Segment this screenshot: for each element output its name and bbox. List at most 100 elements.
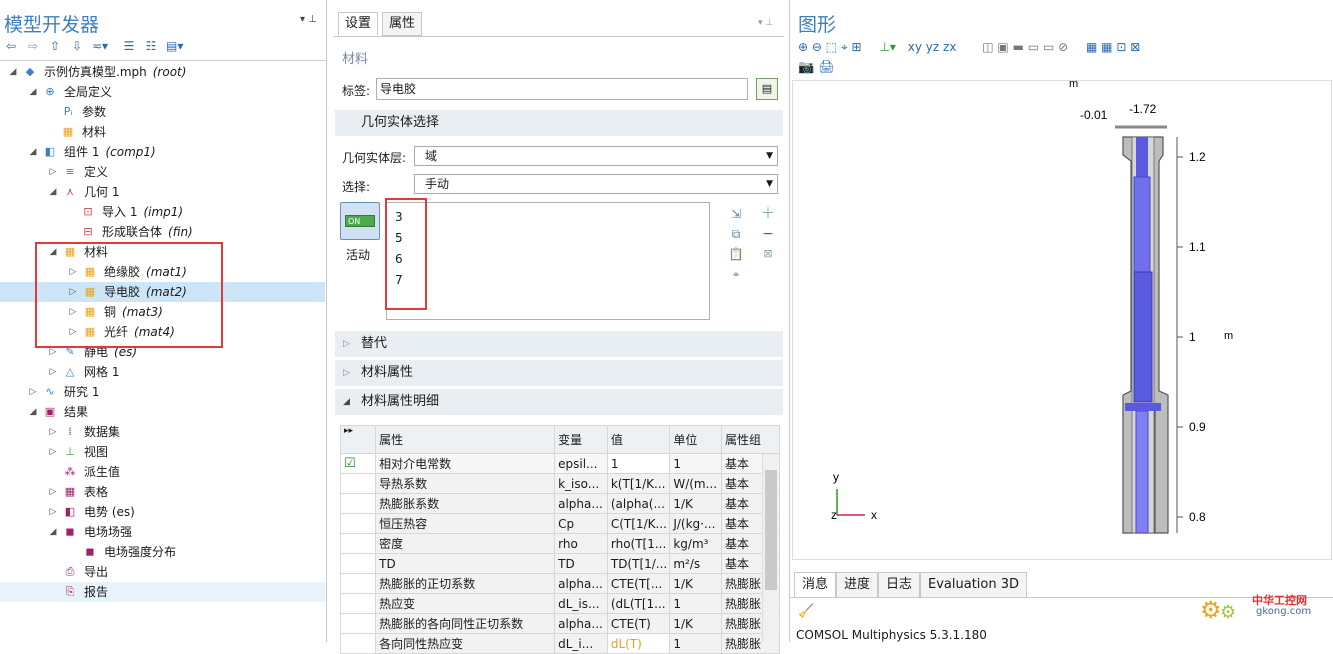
- row-marker[interactable]: [339, 613, 377, 634]
- rename-icon[interactable]: ▤: [756, 78, 778, 100]
- row-marker[interactable]: [339, 573, 377, 594]
- section-material-properties[interactable]: ▷ 材料属性: [335, 360, 783, 386]
- tree-definitions[interactable]: ▷ ≡ 定义: [0, 162, 325, 182]
- tab-evaluation-3d[interactable]: Evaluation 3D: [920, 572, 1028, 598]
- zoom-extents-icon[interactable]: ⊞: [852, 40, 862, 54]
- column-header[interactable]: 属性: [375, 425, 556, 454]
- table-row[interactable]: 各向同性热应变 dL_i... dL(T) 1 热膨胀: [339, 633, 780, 654]
- column-header[interactable]: 变量: [554, 425, 608, 454]
- chevron-down-icon[interactable]: ◢: [8, 62, 18, 82]
- domain-list[interactable]: 3567: [386, 202, 710, 320]
- tree-root[interactable]: ◢ ◆ 示例仿真模型.mph (root): [0, 62, 325, 82]
- table-cell[interactable]: TD(T[1/...: [606, 553, 671, 574]
- table-row[interactable]: 热应变 dL_is... (dL(T[1... 1 热膨胀: [339, 593, 780, 614]
- row-marker[interactable]: [339, 493, 377, 514]
- broom-icon[interactable]: 🧹: [798, 604, 814, 619]
- chevron-right-icon[interactable]: ▷: [48, 502, 58, 522]
- add-icon[interactable]: ＋: [758, 204, 778, 224]
- tree-derived-values[interactable]: ⁂ 派生值: [0, 462, 325, 482]
- chevron-down-icon[interactable]: ◢: [48, 522, 58, 542]
- table-cell[interactable]: dL(T): [606, 633, 671, 654]
- graphics-canvas[interactable]: m -0.01 -1.72 1.2 1.1 1 0.9 0.8 m y x z: [792, 78, 1332, 560]
- view-4-icon[interactable]: ⊠: [1130, 40, 1140, 54]
- down-arrow-icon[interactable]: ⇩: [70, 39, 84, 53]
- tree-import[interactable]: ⊡ 导入 1 (imp1): [0, 202, 325, 222]
- tree-field-distribution[interactable]: ◼ 电场强度分布: [0, 542, 325, 562]
- table-cell[interactable]: CTE(T): [606, 613, 671, 634]
- copy-selection-icon[interactable]: ⧉: [726, 224, 746, 244]
- show-icon[interactable]: ≂▾: [92, 39, 108, 53]
- checkbox-checked-icon[interactable]: ☑: [344, 456, 356, 471]
- table-row[interactable]: 热膨胀系数 alpha... (alpha(... 1/K 基本: [339, 493, 780, 514]
- tree-materials-global[interactable]: ▦ 材料: [0, 122, 325, 142]
- section-override[interactable]: ▷ 替代: [335, 331, 783, 357]
- render-edges-icon[interactable]: ▭: [1028, 40, 1039, 54]
- chevron-down-icon[interactable]: ◢: [48, 182, 58, 202]
- table-cell[interactable]: 1: [606, 453, 671, 474]
- collapse-icon[interactable]: ☰: [122, 39, 136, 53]
- tree-report[interactable]: ⎘ 报告: [0, 582, 325, 602]
- selection-select[interactable]: 手动 ▼: [414, 174, 778, 194]
- tab-progress[interactable]: 进度: [836, 572, 879, 598]
- tree-export[interactable]: ⎙ 导出: [0, 562, 325, 582]
- up-arrow-icon[interactable]: ⇧: [48, 39, 62, 53]
- forward-arrow-icon[interactable]: ⇨: [26, 39, 40, 53]
- table-cell[interactable]: k(T[1/K...: [606, 473, 671, 494]
- expand-columns-icon[interactable]: ▸▸: [339, 425, 377, 454]
- active-toggle-button[interactable]: ON: [340, 202, 380, 240]
- tab-settings[interactable]: 设置: [338, 12, 379, 36]
- list-icon[interactable]: ▤▾: [166, 39, 183, 53]
- view-2-icon[interactable]: ▦: [1101, 40, 1112, 54]
- tab-properties[interactable]: 属性: [382, 12, 423, 36]
- scrollbar-thumb[interactable]: [765, 470, 777, 590]
- chevron-right-icon[interactable]: ▷: [48, 482, 58, 502]
- print-icon[interactable]: 🖨: [818, 60, 835, 75]
- table-scrollbar[interactable]: [762, 454, 778, 642]
- chevron-down-icon[interactable]: ◢: [28, 402, 38, 422]
- row-marker[interactable]: [339, 593, 377, 614]
- section-geometry-selection[interactable]: 几何实体选择: [335, 110, 783, 136]
- tree-views[interactable]: ▷ ⊥ 视图: [0, 442, 325, 462]
- table-cell[interactable]: C(T[1/K...: [606, 513, 671, 534]
- view-zx-icon[interactable]: zx: [943, 40, 956, 54]
- render-mode-icon[interactable]: ▬: [1013, 40, 1024, 54]
- zoom-in-icon[interactable]: ⊕: [798, 40, 808, 54]
- row-marker[interactable]: [339, 473, 377, 494]
- zoom-box-icon[interactable]: ⬚: [826, 40, 837, 54]
- tree-geometry[interactable]: ◢ ⋏ 几何 1: [0, 182, 325, 202]
- table-cell[interactable]: (dL(T[1...: [606, 593, 671, 614]
- row-marker[interactable]: [339, 513, 377, 534]
- tree-component[interactable]: ◢ ◧ 组件 1 (comp1): [0, 142, 325, 162]
- row-marker[interactable]: [339, 533, 377, 554]
- label-input[interactable]: 导电胶: [376, 78, 748, 100]
- column-header[interactable]: 属性组: [721, 425, 780, 454]
- table-row[interactable]: 密度 rho rho(T[1... kg/m³ 基本: [339, 533, 780, 554]
- table-cell[interactable]: CTE(T[...: [606, 573, 671, 594]
- camera-icon[interactable]: 📷: [798, 60, 814, 75]
- table-row[interactable]: 热膨胀的正切系数 alpha... CTE(T[... 1/K 热膨胀: [339, 573, 780, 594]
- column-header[interactable]: 值: [606, 425, 671, 454]
- chevron-down-icon[interactable]: ◢: [28, 142, 38, 162]
- view-xy-icon[interactable]: xy: [908, 40, 922, 54]
- tree-form-union[interactable]: ⊟ 形成联合体 (fin): [0, 222, 325, 242]
- tree-study[interactable]: ▷ ∿ 研究 1: [0, 382, 325, 402]
- tree-tables[interactable]: ▷ ▦ 表格: [0, 482, 325, 502]
- clipboard-icon[interactable]: 📋: [726, 244, 746, 264]
- transparency-icon[interactable]: ◫: [982, 40, 993, 54]
- tree-electric-field[interactable]: ◢ ◼ 电场场强: [0, 522, 325, 542]
- view-yz-icon[interactable]: yz: [926, 40, 939, 54]
- expand-icon[interactable]: ☷: [144, 39, 158, 53]
- chevron-right-icon[interactable]: ▷: [48, 422, 58, 442]
- table-row[interactable]: TD TD TD(T[1/... m²/s 基本: [339, 553, 780, 574]
- tree-potential[interactable]: ▷ ◧ 电势 (es): [0, 502, 325, 522]
- chevron-right-icon[interactable]: ▷: [48, 162, 58, 182]
- panel-menu-icon[interactable]: ▾ ⊥: [300, 14, 317, 25]
- chevron-right-icon[interactable]: ▷: [28, 382, 38, 402]
- wireframe-icon[interactable]: ▣: [997, 40, 1008, 54]
- row-marker[interactable]: [339, 633, 377, 654]
- zoom-out-icon[interactable]: ⊖: [812, 40, 822, 54]
- remove-icon[interactable]: −: [758, 224, 778, 244]
- chevron-right-icon[interactable]: ▷: [48, 362, 58, 382]
- check-icon[interactable]: ☑: [339, 453, 377, 474]
- column-header[interactable]: 单位: [669, 425, 723, 454]
